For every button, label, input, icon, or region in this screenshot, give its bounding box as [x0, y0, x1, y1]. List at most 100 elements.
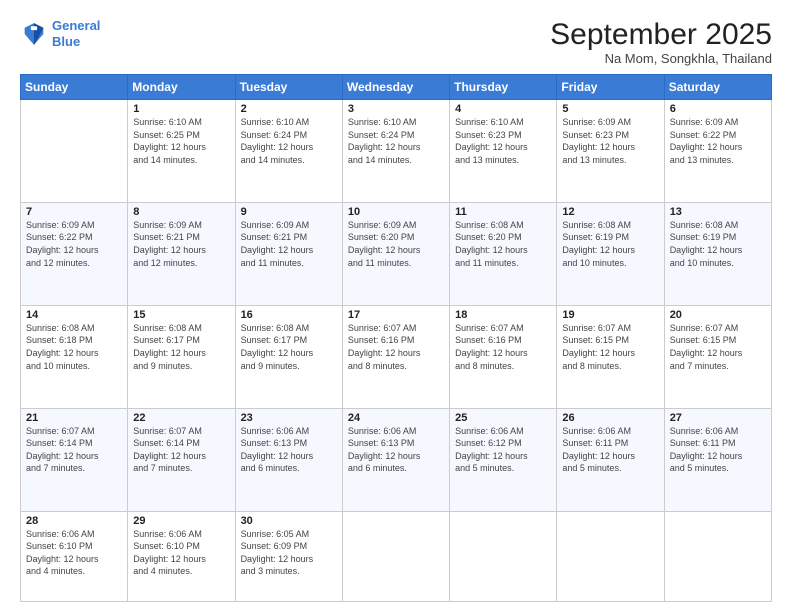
day-number: 15 — [133, 309, 229, 321]
day-number: 8 — [133, 206, 229, 218]
day-info: Sunrise: 6:07 AM Sunset: 6:14 PM Dayligh… — [26, 425, 122, 475]
day-info: Sunrise: 6:09 AM Sunset: 6:21 PM Dayligh… — [133, 219, 229, 269]
day-number: 11 — [455, 206, 551, 218]
weekday-header: Tuesday — [235, 75, 342, 100]
weekday-header: Wednesday — [342, 75, 449, 100]
day-info: Sunrise: 6:08 AM Sunset: 6:18 PM Dayligh… — [26, 322, 122, 372]
day-number: 26 — [562, 412, 658, 424]
day-number: 21 — [26, 412, 122, 424]
calendar-cell: 14Sunrise: 6:08 AM Sunset: 6:18 PM Dayli… — [21, 305, 128, 408]
day-info: Sunrise: 6:09 AM Sunset: 6:23 PM Dayligh… — [562, 116, 658, 166]
day-number: 14 — [26, 309, 122, 321]
day-number: 18 — [455, 309, 551, 321]
day-number: 29 — [133, 515, 229, 527]
day-number: 16 — [241, 309, 337, 321]
day-info: Sunrise: 6:08 AM Sunset: 6:19 PM Dayligh… — [670, 219, 766, 269]
calendar-cell: 24Sunrise: 6:06 AM Sunset: 6:13 PM Dayli… — [342, 408, 449, 511]
calendar-cell: 27Sunrise: 6:06 AM Sunset: 6:11 PM Dayli… — [664, 408, 771, 511]
day-number: 2 — [241, 103, 337, 115]
day-info: Sunrise: 6:10 AM Sunset: 6:25 PM Dayligh… — [133, 116, 229, 166]
calendar-cell: 13Sunrise: 6:08 AM Sunset: 6:19 PM Dayli… — [664, 202, 771, 305]
calendar-cell: 15Sunrise: 6:08 AM Sunset: 6:17 PM Dayli… — [128, 305, 235, 408]
day-number: 1 — [133, 103, 229, 115]
day-number: 9 — [241, 206, 337, 218]
logo-line2: Blue — [52, 34, 80, 49]
day-info: Sunrise: 6:08 AM Sunset: 6:19 PM Dayligh… — [562, 219, 658, 269]
calendar-cell — [342, 511, 449, 602]
weekday-header: Thursday — [450, 75, 557, 100]
day-info: Sunrise: 6:06 AM Sunset: 6:10 PM Dayligh… — [26, 528, 122, 578]
day-info: Sunrise: 6:06 AM Sunset: 6:13 PM Dayligh… — [348, 425, 444, 475]
day-number: 12 — [562, 206, 658, 218]
calendar-cell: 4Sunrise: 6:10 AM Sunset: 6:23 PM Daylig… — [450, 100, 557, 203]
day-number: 3 — [348, 103, 444, 115]
day-info: Sunrise: 6:10 AM Sunset: 6:24 PM Dayligh… — [348, 116, 444, 166]
calendar-cell: 5Sunrise: 6:09 AM Sunset: 6:23 PM Daylig… — [557, 100, 664, 203]
day-number: 13 — [670, 206, 766, 218]
weekday-header: Friday — [557, 75, 664, 100]
logo: General Blue — [20, 18, 100, 49]
day-number: 17 — [348, 309, 444, 321]
day-info: Sunrise: 6:07 AM Sunset: 6:16 PM Dayligh… — [348, 322, 444, 372]
calendar-cell: 18Sunrise: 6:07 AM Sunset: 6:16 PM Dayli… — [450, 305, 557, 408]
logo-text: General Blue — [52, 18, 100, 49]
calendar-cell: 30Sunrise: 6:05 AM Sunset: 6:09 PM Dayli… — [235, 511, 342, 602]
calendar-cell: 28Sunrise: 6:06 AM Sunset: 6:10 PM Dayli… — [21, 511, 128, 602]
calendar-cell — [21, 100, 128, 203]
logo-line1: General — [52, 18, 100, 33]
day-number: 27 — [670, 412, 766, 424]
day-info: Sunrise: 6:09 AM Sunset: 6:20 PM Dayligh… — [348, 219, 444, 269]
calendar-cell: 21Sunrise: 6:07 AM Sunset: 6:14 PM Dayli… — [21, 408, 128, 511]
calendar-cell: 9Sunrise: 6:09 AM Sunset: 6:21 PM Daylig… — [235, 202, 342, 305]
page: General Blue September 2025 Na Mom, Song… — [0, 0, 792, 612]
day-number: 25 — [455, 412, 551, 424]
day-info: Sunrise: 6:07 AM Sunset: 6:14 PM Dayligh… — [133, 425, 229, 475]
day-info: Sunrise: 6:07 AM Sunset: 6:16 PM Dayligh… — [455, 322, 551, 372]
calendar-cell: 25Sunrise: 6:06 AM Sunset: 6:12 PM Dayli… — [450, 408, 557, 511]
calendar-cell: 12Sunrise: 6:08 AM Sunset: 6:19 PM Dayli… — [557, 202, 664, 305]
calendar-cell: 8Sunrise: 6:09 AM Sunset: 6:21 PM Daylig… — [128, 202, 235, 305]
weekday-header: Sunday — [21, 75, 128, 100]
month-title: September 2025 — [550, 18, 772, 51]
day-info: Sunrise: 6:08 AM Sunset: 6:17 PM Dayligh… — [133, 322, 229, 372]
day-info: Sunrise: 6:09 AM Sunset: 6:21 PM Dayligh… — [241, 219, 337, 269]
calendar-table: SundayMondayTuesdayWednesdayThursdayFrid… — [20, 74, 772, 602]
day-number: 24 — [348, 412, 444, 424]
title-block: September 2025 Na Mom, Songkhla, Thailan… — [550, 18, 772, 66]
day-info: Sunrise: 6:06 AM Sunset: 6:11 PM Dayligh… — [670, 425, 766, 475]
calendar-cell — [450, 511, 557, 602]
day-info: Sunrise: 6:07 AM Sunset: 6:15 PM Dayligh… — [562, 322, 658, 372]
day-number: 30 — [241, 515, 337, 527]
calendar-cell: 20Sunrise: 6:07 AM Sunset: 6:15 PM Dayli… — [664, 305, 771, 408]
day-info: Sunrise: 6:06 AM Sunset: 6:10 PM Dayligh… — [133, 528, 229, 578]
day-info: Sunrise: 6:10 AM Sunset: 6:24 PM Dayligh… — [241, 116, 337, 166]
day-number: 4 — [455, 103, 551, 115]
calendar-cell: 23Sunrise: 6:06 AM Sunset: 6:13 PM Dayli… — [235, 408, 342, 511]
calendar-cell: 11Sunrise: 6:08 AM Sunset: 6:20 PM Dayli… — [450, 202, 557, 305]
weekday-header: Saturday — [664, 75, 771, 100]
day-info: Sunrise: 6:08 AM Sunset: 6:20 PM Dayligh… — [455, 219, 551, 269]
logo-icon — [20, 20, 48, 48]
calendar-cell: 17Sunrise: 6:07 AM Sunset: 6:16 PM Dayli… — [342, 305, 449, 408]
calendar-cell: 29Sunrise: 6:06 AM Sunset: 6:10 PM Dayli… — [128, 511, 235, 602]
calendar-cell: 3Sunrise: 6:10 AM Sunset: 6:24 PM Daylig… — [342, 100, 449, 203]
day-number: 22 — [133, 412, 229, 424]
calendar-cell: 16Sunrise: 6:08 AM Sunset: 6:17 PM Dayli… — [235, 305, 342, 408]
calendar-cell: 26Sunrise: 6:06 AM Sunset: 6:11 PM Dayli… — [557, 408, 664, 511]
day-number: 5 — [562, 103, 658, 115]
calendar-cell: 7Sunrise: 6:09 AM Sunset: 6:22 PM Daylig… — [21, 202, 128, 305]
day-info: Sunrise: 6:10 AM Sunset: 6:23 PM Dayligh… — [455, 116, 551, 166]
calendar-cell: 10Sunrise: 6:09 AM Sunset: 6:20 PM Dayli… — [342, 202, 449, 305]
calendar-cell — [664, 511, 771, 602]
calendar-cell: 2Sunrise: 6:10 AM Sunset: 6:24 PM Daylig… — [235, 100, 342, 203]
day-info: Sunrise: 6:06 AM Sunset: 6:11 PM Dayligh… — [562, 425, 658, 475]
day-number: 10 — [348, 206, 444, 218]
calendar-cell: 1Sunrise: 6:10 AM Sunset: 6:25 PM Daylig… — [128, 100, 235, 203]
day-info: Sunrise: 6:09 AM Sunset: 6:22 PM Dayligh… — [26, 219, 122, 269]
day-number: 23 — [241, 412, 337, 424]
header: General Blue September 2025 Na Mom, Song… — [20, 18, 772, 66]
day-number: 6 — [670, 103, 766, 115]
calendar-cell: 19Sunrise: 6:07 AM Sunset: 6:15 PM Dayli… — [557, 305, 664, 408]
day-info: Sunrise: 6:06 AM Sunset: 6:12 PM Dayligh… — [455, 425, 551, 475]
day-info: Sunrise: 6:07 AM Sunset: 6:15 PM Dayligh… — [670, 322, 766, 372]
